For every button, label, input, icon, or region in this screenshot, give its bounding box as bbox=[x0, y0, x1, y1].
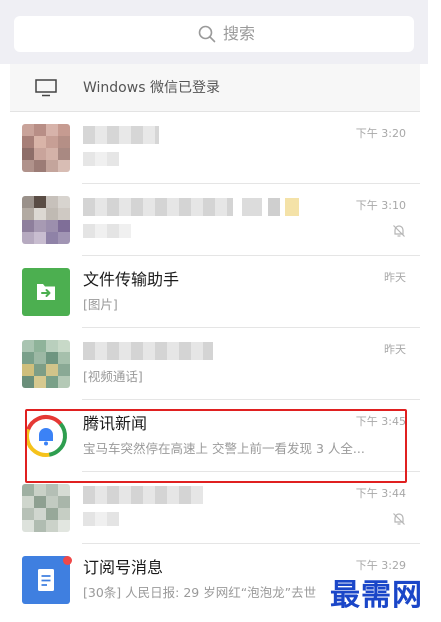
blurred-name-extra bbox=[268, 198, 280, 216]
windows-login-text: Windows 微信已登录 bbox=[83, 80, 220, 96]
chat-row[interactable]: 下午 3:10 bbox=[10, 184, 420, 256]
chat-time: 下午 3:20 bbox=[355, 127, 406, 140]
highlight-box bbox=[25, 409, 407, 483]
chat-time: 下午 3:44 bbox=[355, 487, 406, 500]
chat-avatar bbox=[22, 340, 70, 388]
blurred-name bbox=[83, 486, 203, 504]
chat-name: 文件传输助手 bbox=[83, 270, 180, 289]
blurred-name bbox=[83, 342, 213, 360]
unread-dot-badge bbox=[63, 556, 72, 565]
chat-avatar bbox=[22, 484, 70, 532]
chat-row-file-transfer[interactable]: 文件传输助手 [图片] 昨天 bbox=[10, 256, 420, 328]
mute-bell-icon bbox=[393, 225, 405, 237]
blurred-name bbox=[83, 198, 233, 216]
file-transfer-avatar bbox=[22, 268, 70, 316]
chat-time: 下午 3:10 bbox=[355, 199, 406, 212]
subscription-avatar bbox=[22, 556, 70, 604]
chat-preview: [视频通话] bbox=[83, 369, 143, 384]
blurred-emoji bbox=[285, 198, 299, 216]
chat-preview: [图片] bbox=[83, 297, 118, 312]
chat-name: 订阅号消息 bbox=[83, 558, 164, 577]
chat-avatar bbox=[22, 196, 70, 244]
search-bar[interactable]: 搜索 bbox=[14, 16, 414, 52]
blurred-name bbox=[83, 126, 159, 144]
monitor-icon bbox=[35, 79, 57, 97]
search-placeholder: 搜索 bbox=[223, 24, 256, 43]
file-transfer-icon bbox=[37, 284, 55, 300]
mute-bell-icon bbox=[393, 513, 405, 525]
search-icon bbox=[198, 25, 216, 43]
search-area: 搜索 bbox=[0, 0, 428, 64]
blurred-name-extra bbox=[242, 198, 262, 216]
watermark: 最需网 bbox=[330, 578, 423, 613]
windows-login-bar[interactable]: Windows 微信已登录 bbox=[10, 64, 420, 112]
subscription-icon bbox=[38, 569, 54, 591]
blurred-preview bbox=[83, 224, 131, 238]
blurred-preview bbox=[83, 512, 119, 526]
chat-time: 昨天 bbox=[384, 343, 406, 356]
chat-avatar bbox=[22, 124, 70, 172]
chat-row[interactable]: 下午 3:20 bbox=[10, 112, 420, 184]
chat-row[interactable]: [视频通话] 昨天 bbox=[10, 328, 420, 400]
blurred-preview bbox=[83, 152, 119, 166]
chat-time: 昨天 bbox=[384, 271, 406, 284]
